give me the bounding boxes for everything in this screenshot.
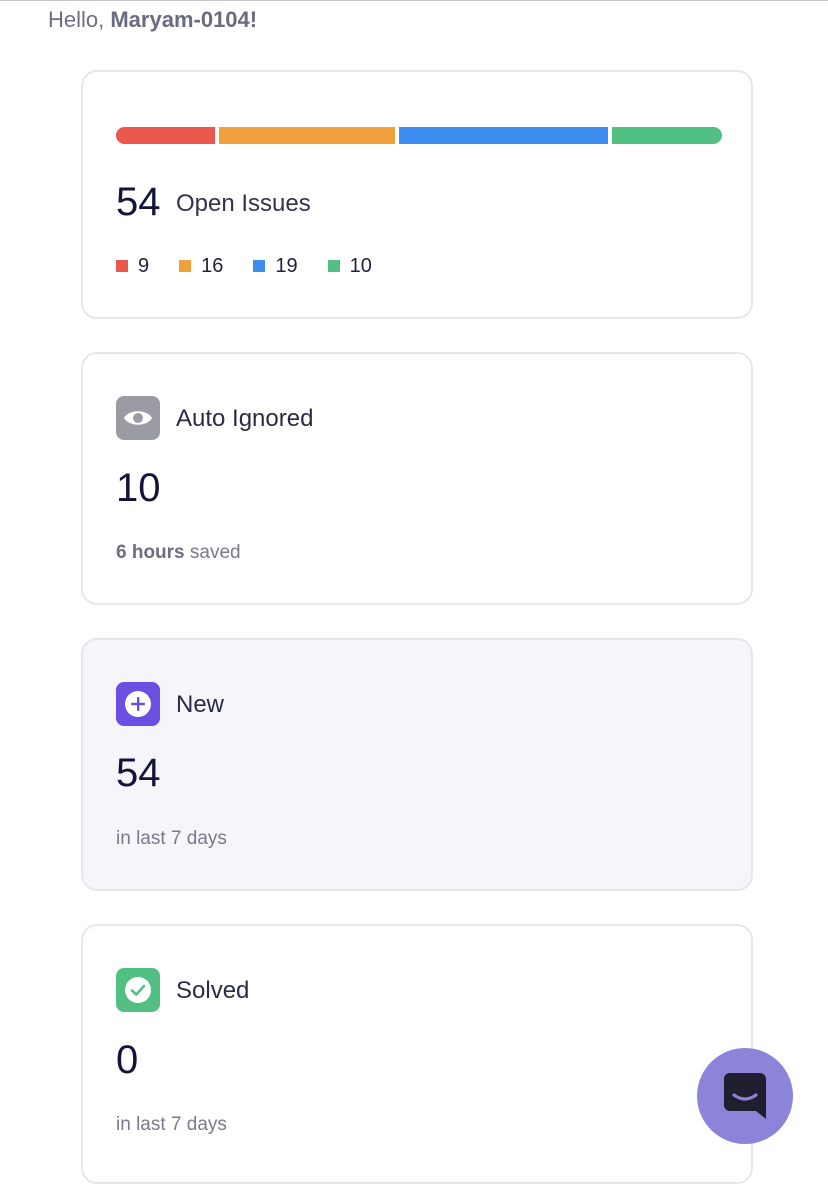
legend-value: 10 — [349, 255, 372, 277]
severity-segment — [399, 127, 608, 144]
severity-legend: 9 16 19 10 — [116, 254, 402, 278]
legend-value: 9 — [138, 255, 150, 277]
severity-segment — [219, 127, 395, 144]
time-saved: 6 hours saved — [116, 541, 241, 565]
eye-icon — [116, 396, 160, 440]
top-divider — [0, 0, 828, 1]
legend-swatch — [327, 260, 340, 272]
legend-swatch — [116, 260, 128, 272]
auto-ignored-card[interactable]: Auto Ignored 10 6 hours saved — [81, 352, 753, 605]
solved-value: 0 — [116, 1038, 139, 1082]
severity-segment — [612, 127, 722, 144]
user-name: Maryam-0104! — [110, 7, 258, 32]
severity-segment — [116, 127, 215, 144]
chat-launcher-button[interactable] — [697, 1048, 793, 1144]
auto-ignored-value: 10 — [116, 466, 161, 510]
legend-item-critical: 9 — [116, 254, 149, 278]
legend-value: 16 — [201, 255, 224, 277]
auto-ignored-title: Auto Ignored — [176, 405, 314, 432]
time-saved-amount: 6 hours — [116, 542, 185, 563]
solved-period: in last 7 days — [116, 1114, 227, 1135]
check-circle-icon — [116, 968, 160, 1012]
open-issues-count: 54 — [116, 180, 161, 224]
greeting-prefix: Hello, — [48, 7, 111, 32]
plus-circle-icon — [116, 682, 160, 726]
legend-swatch — [179, 260, 192, 272]
solved-issues-card[interactable]: Solved 0 in last 7 days — [81, 924, 753, 1184]
legend-item-high: 16 — [179, 254, 223, 278]
open-issues-label: Open Issues — [176, 190, 311, 217]
issues-severity-bar — [116, 127, 722, 144]
new-value: 54 — [116, 751, 161, 795]
open-issues-card[interactable]: 54 Open Issues 9 16 19 10 — [81, 70, 753, 319]
time-saved-suffix: saved — [184, 542, 241, 563]
new-issues-card[interactable]: New 54 in last 7 days — [81, 638, 753, 891]
legend-item-medium: 19 — [253, 254, 298, 278]
greeting: Hello, Maryam-0104! — [48, 6, 257, 34]
new-period: in last 7 days — [116, 828, 227, 849]
legend-value: 19 — [275, 255, 298, 277]
legend-swatch — [253, 260, 266, 272]
solved-title: Solved — [176, 977, 250, 1004]
new-title: New — [176, 691, 225, 718]
chat-icon — [724, 1073, 766, 1119]
legend-item-low: 10 — [327, 254, 372, 278]
